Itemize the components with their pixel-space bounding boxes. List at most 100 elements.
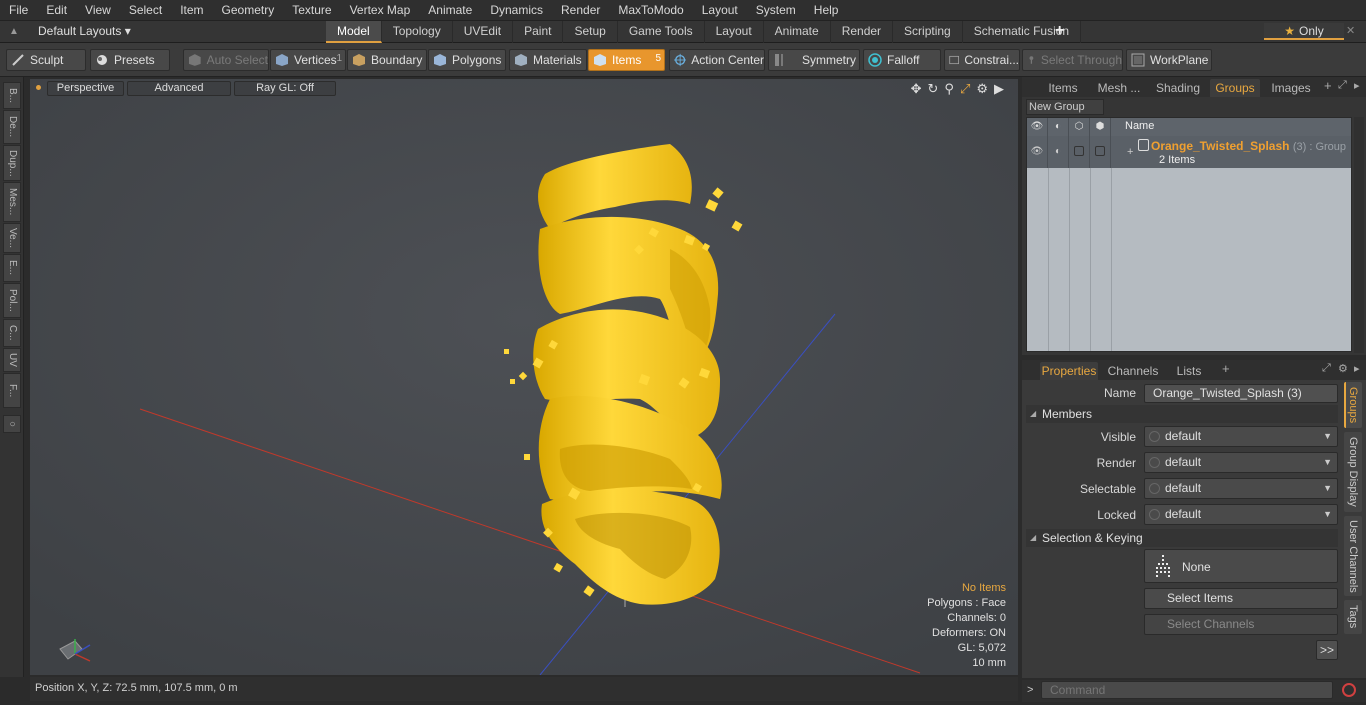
sculpt-button[interactable]: Sculpt — [6, 49, 86, 71]
group-row[interactable]: 👁 ◐ + Orange_Twisted_Splash (3) : Group … — [1027, 136, 1351, 168]
side-tab-tags[interactable]: Tags — [1344, 600, 1362, 634]
selectable-cube-icon[interactable]: ⬡ — [1069, 118, 1090, 136]
select-through-button[interactable]: Select Through — [1022, 49, 1123, 71]
strip-tab-pol[interactable]: Pol... — [3, 283, 21, 318]
visibility-eye-icon[interactable]: 👁 — [1027, 118, 1048, 136]
command-input[interactable] — [1041, 681, 1333, 699]
tab-model[interactable]: Model — [326, 21, 382, 43]
render-dropdown[interactable]: default ▼ — [1144, 452, 1338, 473]
row-selectable-checkbox[interactable] — [1069, 136, 1090, 168]
record-macro-icon[interactable] — [1342, 683, 1356, 697]
menu-dynamics[interactable]: Dynamics — [481, 0, 552, 21]
selection-keying-section[interactable]: ◢ Selection & Keying — [1026, 529, 1338, 547]
menu-geometry[interactable]: Geometry — [213, 0, 284, 21]
name-field[interactable]: Orange_Twisted_Splash (3) — [1144, 384, 1338, 403]
menu-view[interactable]: View — [76, 0, 120, 21]
tab-mesh[interactable]: Mesh ... — [1094, 79, 1144, 97]
tab-scripting[interactable]: Scripting — [893, 21, 963, 43]
materials-button[interactable]: Materials — [509, 49, 587, 71]
expand-plus-icon[interactable]: + — [1127, 146, 1133, 158]
rotate-icon[interactable]: ↻ — [928, 81, 939, 97]
menu-system[interactable]: System — [747, 0, 805, 21]
side-tab-user-channels[interactable]: User Channels — [1344, 516, 1362, 596]
perspective-dropdown[interactable]: Perspective — [47, 81, 124, 96]
tab-groups[interactable]: Groups — [1210, 79, 1260, 97]
row-lock-checkbox[interactable] — [1090, 136, 1111, 168]
3d-viewport[interactable]: Perspective Advanced Ray GL: Off ✥ ↻ ⚲ ⤢… — [30, 79, 1018, 675]
symmetry-button[interactable]: Symmetry — [768, 49, 860, 71]
group-list-scrollbar[interactable] — [1354, 117, 1364, 353]
strip-tab-f[interactable]: F... — [3, 373, 21, 408]
default-layouts-dropdown[interactable]: Default Layouts ▾ — [38, 24, 131, 38]
strip-tab-c[interactable]: C... — [3, 319, 21, 347]
more-button[interactable]: >> — [1316, 640, 1338, 660]
workplane-button[interactable]: WorkPlane — [1126, 49, 1212, 71]
row-render-icon[interactable]: ◐ — [1048, 136, 1069, 168]
vertices-button[interactable]: Vertices 1 — [270, 49, 346, 71]
tab-images[interactable]: Images — [1267, 79, 1315, 97]
maximize-icon[interactable]: ⤢ — [1338, 79, 1347, 92]
tab-render[interactable]: Render — [831, 21, 894, 43]
strip-tab-ve[interactable]: Ve... — [3, 223, 21, 253]
collapse-arrow-icon[interactable]: ▲ — [9, 26, 19, 37]
close-icon[interactable]: ✕ — [1346, 24, 1355, 37]
falloff-button[interactable]: Falloff — [863, 49, 941, 71]
menu-texture[interactable]: Texture — [283, 0, 340, 21]
tab-properties[interactable]: Properties — [1040, 362, 1098, 380]
menu-help[interactable]: Help — [805, 0, 848, 21]
strip-tab-dup[interactable]: Dup... — [3, 145, 21, 181]
strip-tab-e[interactable]: E... — [3, 254, 21, 282]
strip-tab-b[interactable]: B... — [3, 82, 21, 109]
fit-view-icon[interactable]: ⤢ — [960, 81, 970, 97]
items-button[interactable]: Items 5 — [588, 49, 665, 71]
boundary-button[interactable]: Boundary — [347, 49, 427, 71]
tab-animate[interactable]: Animate — [764, 21, 831, 43]
menu-maxtomodo[interactable]: MaxToModo — [609, 0, 692, 21]
only-toggle[interactable]: ★ Only — [1264, 23, 1344, 40]
menu-layout[interactable]: Layout — [693, 0, 747, 21]
tab-layout[interactable]: Layout — [705, 21, 764, 43]
action-center-button[interactable]: Action Center — [669, 49, 765, 71]
tab-uvedit[interactable]: UVEdit — [453, 21, 514, 43]
select-channels-button[interactable]: Select Channels — [1144, 614, 1338, 635]
tab-setup[interactable]: Setup — [563, 21, 618, 43]
maximize-icon[interactable]: ⤢ — [1322, 362, 1331, 375]
pan-move-icon[interactable]: ✥ — [911, 81, 922, 97]
side-tab-group-display[interactable]: Group Display — [1344, 432, 1362, 512]
menu-file[interactable]: File — [0, 0, 37, 21]
gear-icon[interactable]: ⚙ — [1338, 362, 1348, 375]
members-section[interactable]: ◢ Members — [1026, 405, 1338, 423]
zoom-search-icon[interactable]: ⚲ — [944, 81, 954, 97]
render-icon[interactable]: ◐ — [1048, 118, 1069, 136]
new-group-button[interactable]: New Group — [1026, 99, 1104, 115]
gear-icon[interactable]: ⚙ — [976, 81, 988, 97]
menu-item[interactable]: Item — [171, 0, 212, 21]
shading-dropdown[interactable]: Advanced — [127, 81, 231, 96]
add-tab-plus-icon[interactable]: + — [1055, 22, 1064, 40]
menu-edit[interactable]: Edit — [37, 0, 76, 21]
panel-arrow-icon[interactable]: ▸ — [1354, 362, 1360, 375]
locked-dropdown[interactable]: default ▼ — [1144, 504, 1338, 525]
raygl-toggle[interactable]: Ray GL: Off — [234, 81, 336, 96]
play-arrow-icon[interactable]: ▶ — [994, 81, 1004, 97]
lock-cube-icon[interactable]: ⬢ — [1090, 118, 1111, 136]
panel-arrow-icon[interactable]: ▸ — [1354, 79, 1360, 92]
menu-select[interactable]: Select — [120, 0, 171, 21]
strip-tab-uv[interactable]: UV — [3, 348, 21, 372]
menu-render[interactable]: Render — [552, 0, 609, 21]
tab-paint[interactable]: Paint — [513, 21, 564, 43]
none-keying-button[interactable]: None — [1144, 549, 1338, 583]
strip-tab-mes[interactable]: Mes... — [3, 182, 21, 222]
tab-game-tools[interactable]: Game Tools — [618, 21, 705, 43]
constraints-button[interactable]: Constrai... — [944, 49, 1020, 71]
selectable-dropdown[interactable]: default ▼ — [1144, 478, 1338, 499]
select-items-button[interactable]: Select Items — [1144, 588, 1338, 609]
tab-items[interactable]: Items — [1042, 79, 1084, 97]
add-tab-plus-icon[interactable]: + — [1324, 78, 1332, 93]
tab-topology[interactable]: Topology — [382, 21, 453, 43]
strip-tab-de[interactable]: De... — [3, 110, 21, 144]
presets-button[interactable]: Presets — [90, 49, 170, 71]
viewport-menu-dot[interactable] — [36, 85, 41, 90]
menu-vertex-map[interactable]: Vertex Map — [341, 0, 420, 21]
add-tab-plus-icon[interactable]: + — [1222, 361, 1230, 376]
